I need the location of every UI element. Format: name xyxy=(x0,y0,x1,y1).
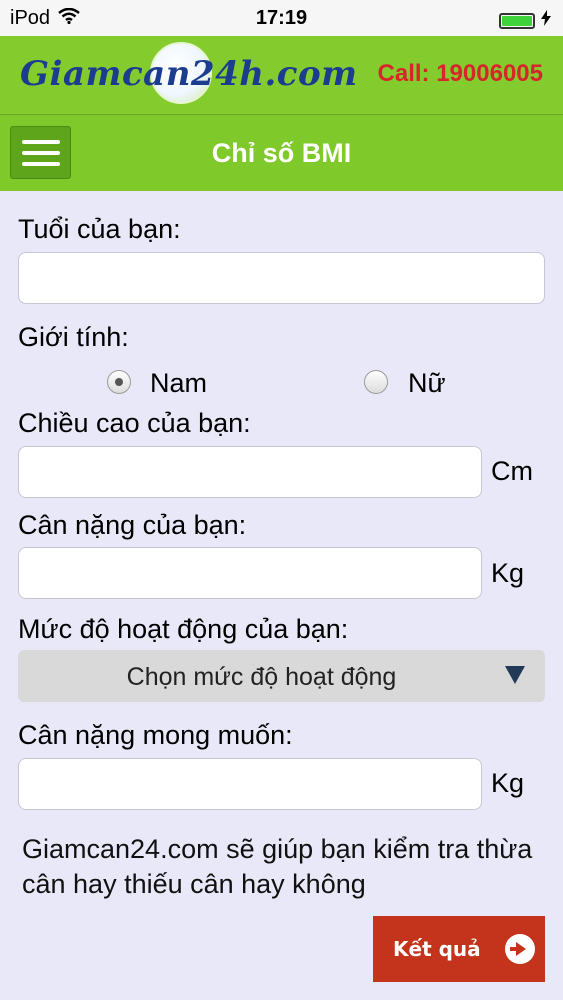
gender-female-label[interactable]: Nữ xyxy=(408,368,446,399)
result-button[interactable]: Kết quả xyxy=(373,916,545,982)
title-bar: Chỉ số BMI xyxy=(0,114,563,191)
height-label: Chiều cao của bạn: xyxy=(18,408,251,438)
target-weight-input[interactable] xyxy=(18,758,482,810)
activity-select-value: Chọn mức độ hoạt động xyxy=(126,663,397,691)
result-button-label: Kết quả xyxy=(393,937,481,961)
status-time: 17:19 xyxy=(255,7,308,29)
target-weight-label: Cân nặng mong muốn: xyxy=(18,720,293,750)
page-title: Chỉ số BMI xyxy=(211,138,352,168)
weight-unit: Kg xyxy=(491,558,525,588)
gender-label: Giới tính: xyxy=(18,322,129,352)
logo-bar: Giamcan24h.com Call: 19006005 xyxy=(0,36,563,115)
activity-select[interactable]: Chọn mức độ hoạt động xyxy=(18,650,545,702)
info-note: Giamcan24.com sẽ giúp bạn kiểm tra thừa … xyxy=(22,834,533,899)
dropdown-arrow-icon xyxy=(505,666,525,684)
call-link[interactable]: Call: 19006005 xyxy=(378,60,543,88)
weight-input[interactable] xyxy=(18,547,482,599)
gender-female-radio[interactable] xyxy=(364,370,388,394)
activity-label: Mức độ hoạt động của bạn: xyxy=(18,614,349,644)
gender-male-label[interactable]: Nam xyxy=(150,368,207,399)
age-label: Tuổi của bạn: xyxy=(18,214,181,244)
battery-icon xyxy=(499,12,535,29)
age-input[interactable] xyxy=(18,252,545,304)
gender-male-radio[interactable] xyxy=(107,370,131,394)
battery-indicator xyxy=(499,9,551,32)
height-unit: Cm xyxy=(491,456,533,486)
weight-label: Cân nặng của bạn: xyxy=(18,510,247,540)
site-logo[interactable]: Giamcan24h.com xyxy=(20,54,358,94)
target-weight-unit: Kg xyxy=(491,768,525,798)
charging-icon xyxy=(541,9,551,32)
height-input[interactable] xyxy=(18,446,482,498)
status-bar: iPod 17:19 xyxy=(0,0,563,36)
arrow-circle-right-icon xyxy=(505,934,535,964)
app-header: Giamcan24h.com Call: 19006005 Chỉ số BMI xyxy=(0,36,563,191)
